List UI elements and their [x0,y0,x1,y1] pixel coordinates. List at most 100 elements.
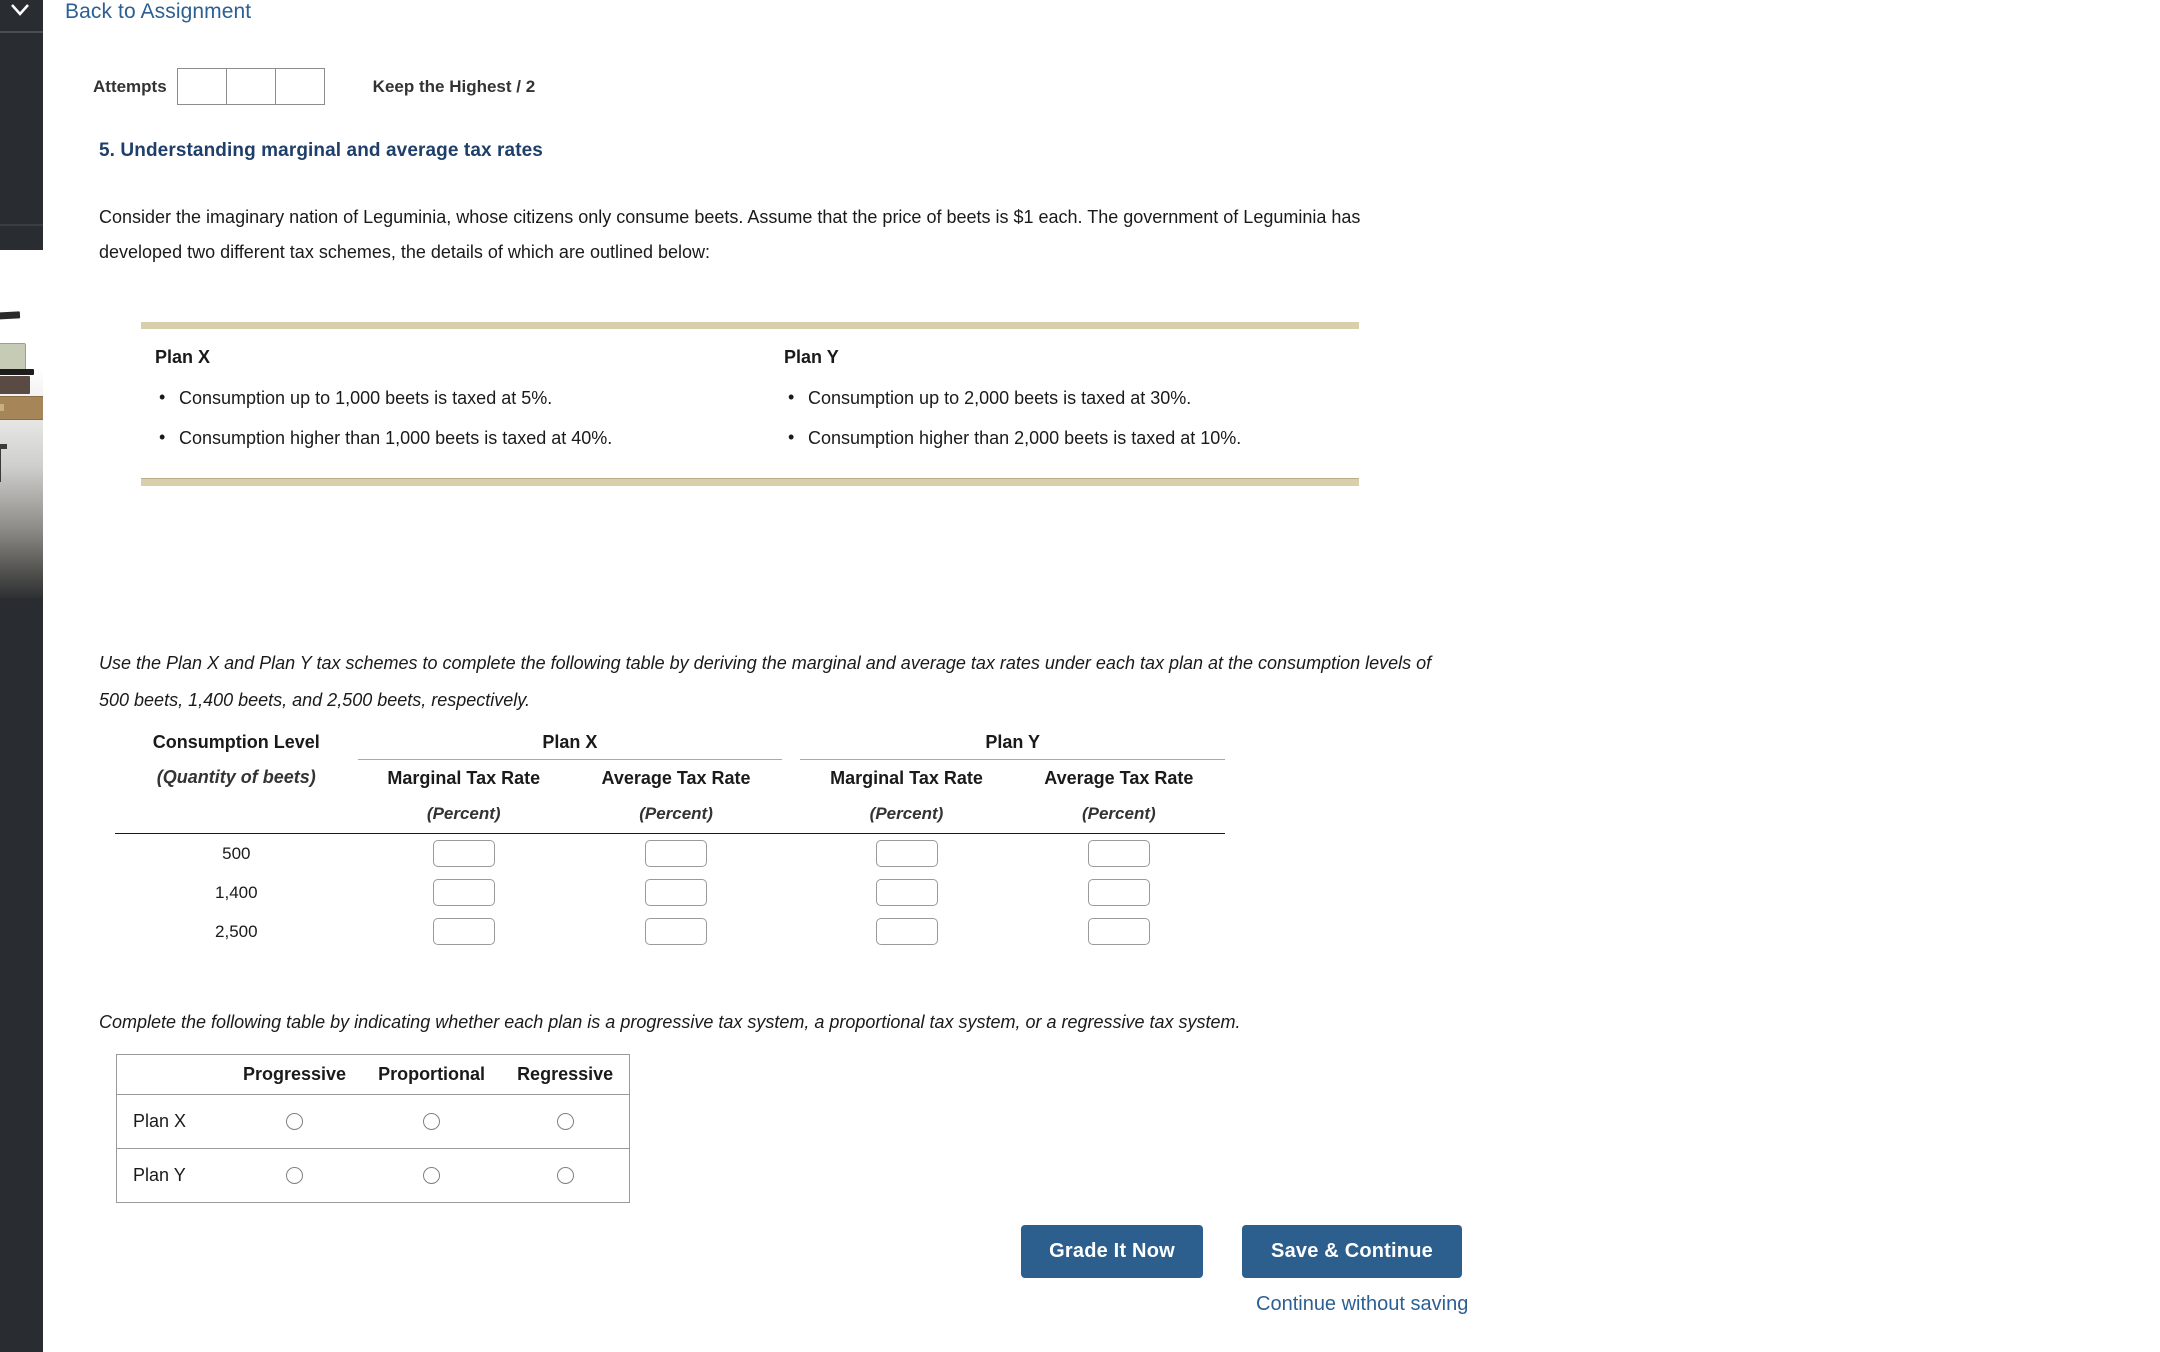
classify-row-label-plan-y: Plan Y [133,1165,186,1185]
classify-table-instruction: Complete the following table by indicati… [99,1012,1241,1032]
plan-x-group-header: Plan X [357,725,783,760]
cell-r2-y-average [1013,873,1225,912]
tax-plans-panel: Plan X Consumption up to 1,000 beets is … [141,322,1359,486]
classify-col-regressive: Regressive [501,1054,630,1095]
input-r3-x-average[interactable] [645,918,708,945]
input-r3-y-marginal[interactable] [875,918,938,945]
cell-r3-y-average [1013,912,1225,951]
input-r1-x-marginal[interactable] [432,840,495,867]
classify-header-row: Progressive Proportional Regressive [116,1054,630,1095]
input-r2-y-average[interactable] [1087,879,1150,906]
plan-y-bullet-2: Consumption higher than 2,000 beets is t… [784,427,1359,449]
radio-planx-regressive[interactable] [556,1112,574,1130]
row-spacer-3 [782,912,800,951]
save-and-continue-button[interactable]: Save & Continue [1242,1225,1462,1278]
classify-row-label-plan-x: Plan X [116,1094,227,1149]
rates-header-row-1: Consumption Level Plan X Plan Y [115,725,1225,760]
thumbnail-stand-top-shape [0,444,7,449]
attempt-box-1 [177,69,227,104]
input-r1-x-average[interactable] [645,840,708,867]
cell-planx-regressive [501,1094,630,1149]
consumption-level-value-3: 2,500 [215,921,258,941]
plan-x-average-header: Average Tax Rate [601,767,751,788]
panel-body: Plan X Consumption up to 1,000 beets is … [141,329,1359,478]
plan-x-bullets: Consumption up to 1,000 beets is taxed a… [155,387,750,449]
cell-plany-proportional [362,1149,501,1203]
classify-col-proportional: Proportional [362,1054,502,1095]
thumbnail-book-spine [0,404,4,411]
cell-r1-x-marginal [358,834,570,874]
chevron-down-icon[interactable] [9,2,31,20]
cell-r1-y-marginal [800,834,1012,874]
plan-y-name: Plan Y [784,347,839,367]
plan-y-column: Plan Y Consumption up to 2,000 beets is … [750,347,1359,468]
input-r2-x-average[interactable] [645,879,708,906]
radio-plany-regressive[interactable] [556,1166,574,1184]
cell-r2-x-marginal [358,873,570,912]
input-r1-y-average[interactable] [1087,840,1150,867]
consumption-level-value-1: 500 [222,843,251,863]
input-r3-y-average[interactable] [1087,918,1150,945]
grade-it-now-button[interactable]: Grade It Now [1021,1225,1203,1278]
row-spacer-1 [782,834,800,874]
radio-planx-progressive[interactable] [286,1112,304,1130]
tax-rates-table: Consumption Level Plan X Plan Y (Quantit… [115,725,1225,951]
rates-table-instruction: Use the Plan X and Plan Y tax schemes to… [99,653,1432,710]
consumption-level-header: Consumption Level [152,731,320,752]
table-spacer-2 [782,760,800,797]
rail-thumbnail-image [0,250,43,598]
classify-corner-cell [116,1054,227,1095]
row-spacer-2 [782,873,800,912]
plan-x-bullet-1: Consumption up to 1,000 beets is taxed a… [155,387,750,409]
table-row: 1,400 [115,873,1225,912]
thumbnail-laptop-shape [0,343,26,371]
table-row: Plan X [116,1094,630,1149]
keep-the-highest-label: Keep the Highest / 2 [372,76,536,96]
input-r1-y-marginal[interactable] [875,840,938,867]
radio-planx-proportional[interactable] [423,1112,441,1130]
input-r3-x-marginal[interactable] [432,918,495,945]
cell-r1-y-average [1013,834,1225,874]
back-to-assignment-link[interactable]: Back to Assignment [65,0,251,24]
attempt-box-3 [275,69,324,104]
cell-planx-proportional [362,1094,502,1149]
radio-plany-progressive[interactable] [286,1166,304,1184]
attempts-row: Attempts Keep the Highest / 2 [93,68,535,105]
panel-top-rule [141,322,1359,329]
plan-x-bullet-2: Consumption higher than 1,000 beets is t… [155,427,750,449]
thumbnail-stand-shape [0,448,1,482]
table-row: 500 [115,834,1225,874]
continue-without-saving-link[interactable]: Continue without saving [1256,1293,1468,1316]
thumbnail-shelf-shape [0,311,21,320]
cell-r3-x-marginal [358,912,570,951]
plan-x-average-unit: (Percent) [639,804,713,823]
thumbnail-laptop-base-shape [0,369,34,375]
attempt-box-2 [226,69,276,104]
question-title: 5. Understanding marginal and average ta… [99,140,543,161]
table-spacer [782,725,800,760]
rates-header-row-2: (Quantity of beets) Marginal Tax Rate Av… [115,760,1225,797]
plan-y-marginal-unit: (Percent) [869,804,944,823]
plan-y-bullets: Consumption up to 2,000 beets is taxed a… [784,387,1359,449]
attempts-label: Attempts [93,76,167,96]
input-r2-x-marginal[interactable] [432,879,495,906]
radio-plany-proportional[interactable] [423,1166,441,1184]
consumption-level-subheader: (Quantity of beets) [156,767,316,788]
classify-col-progressive: Progressive [227,1054,363,1095]
plan-x-column: Plan X Consumption up to 1,000 beets is … [141,347,750,468]
plan-y-marginal-header: Marginal Tax Rate [830,767,983,788]
rail-divider-secondary [0,224,43,226]
cell-r2-x-average [570,873,782,912]
cell-r3-y-marginal [800,912,1012,951]
cell-plany-regressive [501,1149,630,1203]
consumption-level-value-2: 1,400 [215,882,258,902]
thumbnail-book-shape-2 [0,396,43,420]
input-r2-y-marginal[interactable] [875,879,938,906]
table-spacer-3 [782,796,800,832]
cell-plany-progressive [227,1149,362,1203]
rail-divider [0,31,43,33]
panel-bottom-rule [141,478,1359,486]
plan-y-bullet-1: Consumption up to 2,000 beets is taxed a… [784,387,1359,409]
plan-y-average-unit: (Percent) [1081,804,1156,823]
attempts-boxes [176,68,325,105]
